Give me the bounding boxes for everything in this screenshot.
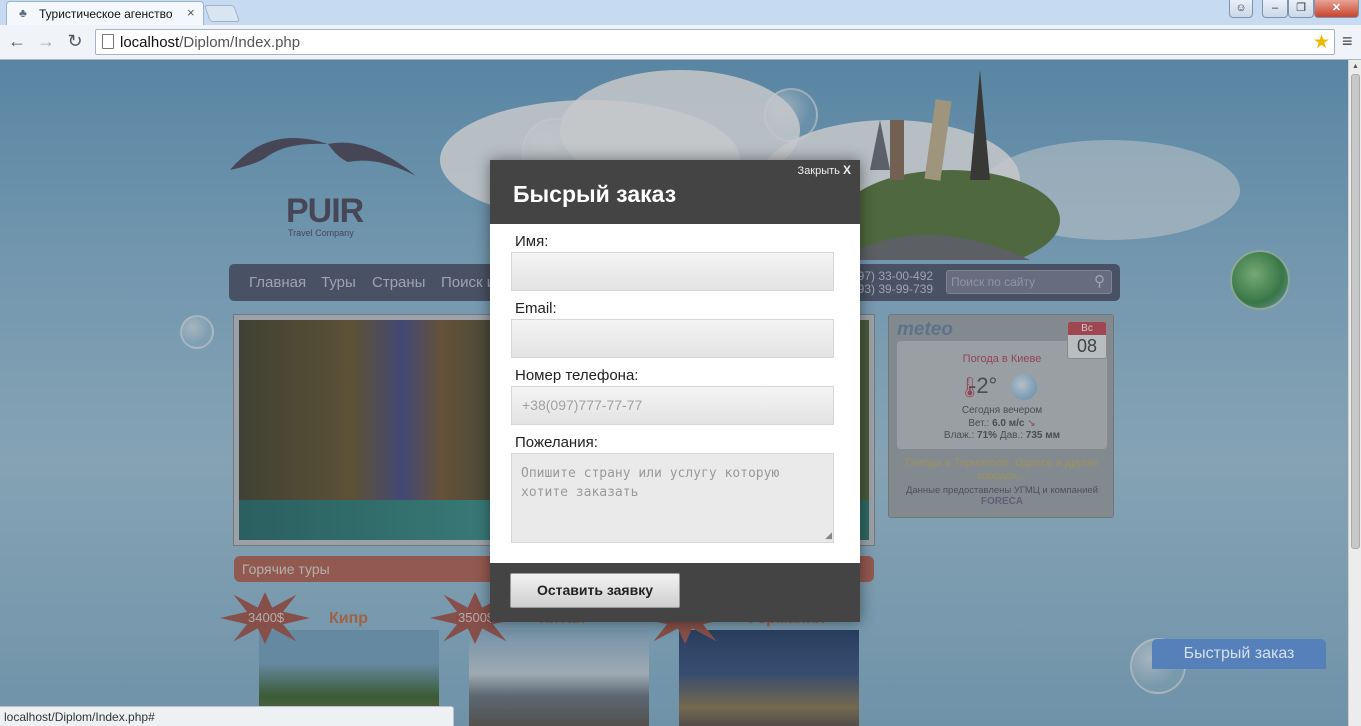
email-label: Email: — [515, 300, 557, 317]
browser-toolbar: ← → ↻ localhost/Diplom/Index.php ★ ≡ — [0, 25, 1361, 60]
user-icon[interactable]: ☺ — [1229, 0, 1253, 18]
back-arrow-icon[interactable]: ← — [6, 31, 28, 52]
phone-label: Номер телефона: — [515, 367, 639, 384]
window-close-button[interactable]: ✕ — [1314, 0, 1359, 18]
resize-grip-icon[interactable]: ◢ — [825, 530, 832, 541]
modal-header: Закрыть X Бысрый заказ — [490, 160, 860, 224]
close-icon: X — [842, 163, 851, 177]
forward-arrow-icon[interactable]: → — [35, 31, 57, 52]
modal-close-button[interactable]: Закрыть X — [798, 163, 851, 177]
phone-placeholder: +38(097)777-77-77 — [522, 397, 643, 413]
phone-field[interactable]: +38(097)777-77-77 — [511, 386, 834, 425]
scroll-thumb[interactable] — [1351, 74, 1360, 549]
status-url: localhost/Diplom/Index.php# — [4, 710, 155, 724]
email-field[interactable] — [511, 319, 834, 358]
scroll-up-icon[interactable]: ▲ — [1352, 63, 1359, 70]
quick-order-button[interactable]: Быстрый заказ — [1152, 639, 1326, 669]
bookmark-star-icon[interactable]: ★ — [1313, 31, 1330, 54]
tab-close-icon[interactable]: × — [187, 5, 195, 20]
submit-request-button[interactable]: Оставить заявку — [510, 573, 680, 608]
minimize-button[interactable]: – — [1262, 0, 1288, 18]
wishes-placeholder: Опишите страну или услугу которую хотите… — [521, 466, 780, 500]
browser-chrome: ♣ Туристическое агенство × ☺ – ❐ ✕ ← → ↻… — [0, 0, 1361, 60]
maximize-button[interactable]: ❐ — [1288, 0, 1314, 18]
address-bar[interactable]: localhost/Diplom/Index.php ★ — [95, 29, 1335, 55]
page-icon — [102, 34, 114, 49]
url-text: localhost/Diplom/Index.php — [120, 34, 301, 51]
modal-footer: Оставить заявку — [490, 563, 860, 622]
browser-tab[interactable]: ♣ Туристическое агенство × — [6, 1, 204, 25]
page-scrollbar[interactable]: ▲ — [1348, 60, 1361, 726]
browser-menu-icon[interactable]: ≡ — [1342, 31, 1353, 52]
name-label: Имя: — [515, 233, 549, 250]
quick-order-modal: Закрыть X Бысрый заказ Имя: Email: Номер… — [490, 160, 860, 622]
name-field[interactable] — [511, 252, 834, 291]
reload-icon[interactable]: ↻ — [64, 31, 86, 52]
new-tab-button[interactable] — [203, 5, 241, 22]
wishes-label: Пожелания: — [515, 434, 598, 451]
wishes-textarea[interactable]: Опишите страну или услугу которую хотите… — [511, 453, 834, 543]
tab-title: Туристическое агенство — [39, 7, 173, 21]
modal-title: Бысрый заказ — [513, 181, 677, 207]
palm-favicon-icon: ♣ — [19, 6, 27, 20]
status-bar: localhost/Diplom/Index.php# — [0, 706, 454, 726]
tab-strip: ♣ Туристическое агенство × ☺ – ❐ ✕ — [0, 0, 1361, 25]
